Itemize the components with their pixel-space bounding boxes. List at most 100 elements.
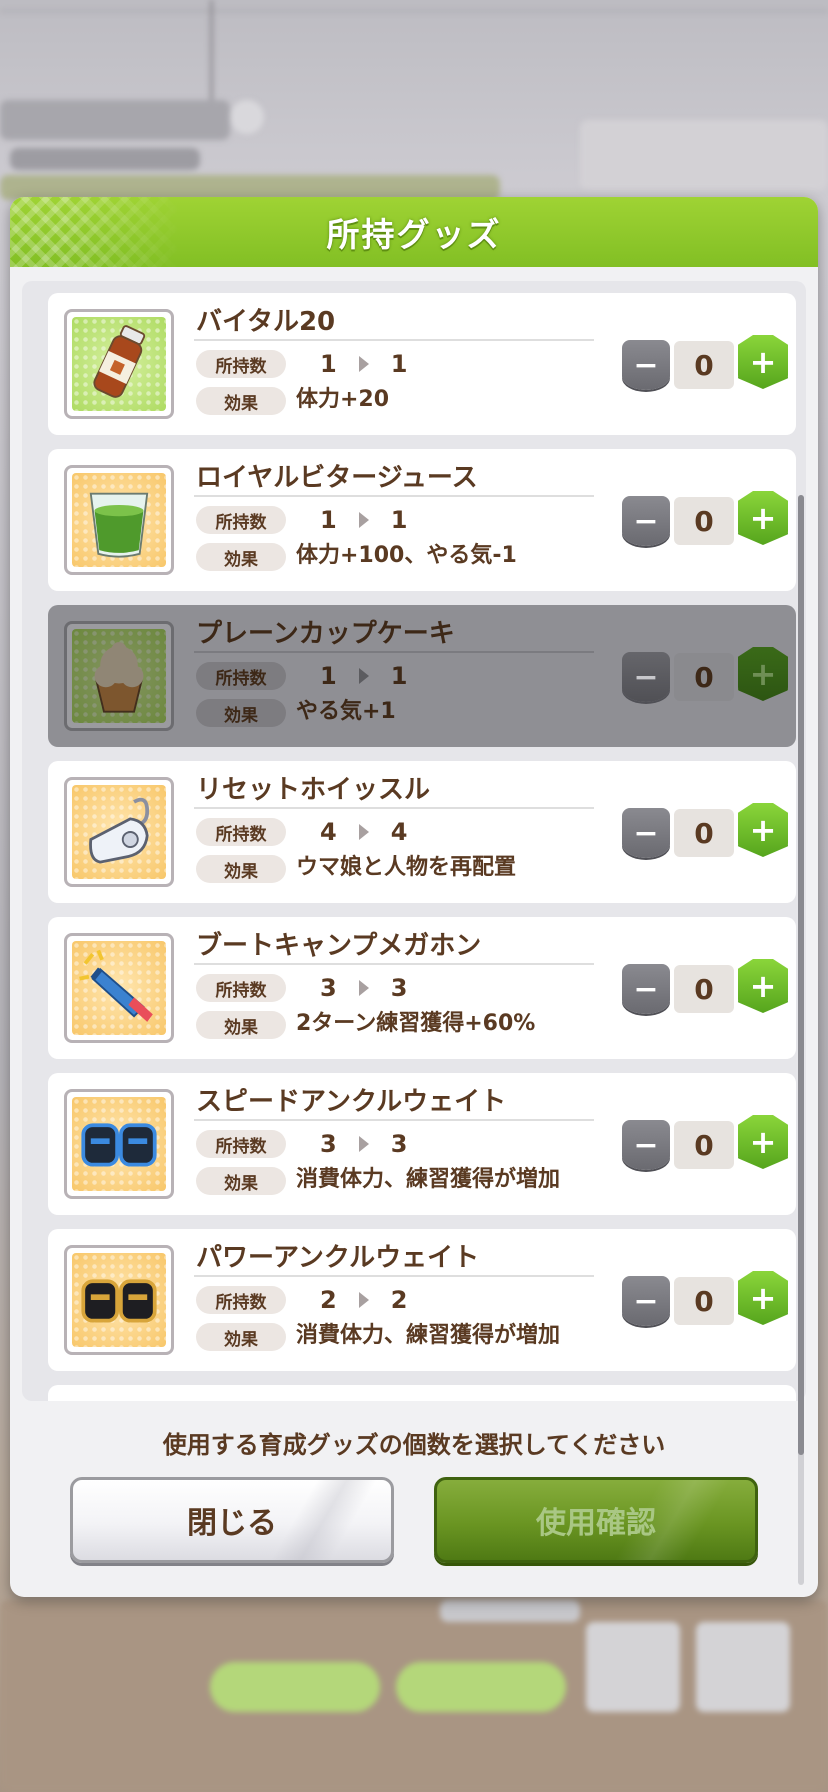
decrease-button[interactable]: − (622, 1276, 670, 1326)
decrease-button[interactable]: − (622, 340, 670, 390)
ankle-weight-blue-icon (72, 1097, 166, 1191)
cupcake-icon (72, 629, 166, 723)
list-item: ブートキャンプメガホン 所持数 3 3 効果 2ターン練習獲得+60% − 0 … (48, 917, 796, 1059)
modal-title: 所持グッズ (326, 215, 502, 254)
owned-label: 所持数 (196, 1286, 286, 1314)
owned-label: 所持数 (196, 350, 286, 378)
arrow-right-icon (358, 512, 369, 528)
whistle-icon (72, 785, 166, 879)
effect-label: 効果 (196, 699, 286, 727)
item-name: ブートキャンプメガホン (196, 931, 482, 961)
decrease-button[interactable]: − (622, 652, 670, 702)
item-name: スピードアンクルウェイト (196, 1087, 507, 1117)
item-icon-frame (64, 1089, 174, 1199)
divider (194, 495, 594, 497)
item-icon-frame (64, 933, 174, 1043)
item-name: パワーアンクルウェイト (196, 1243, 480, 1273)
increase-button[interactable]: + (738, 959, 788, 1013)
item-name: バイタル20 (196, 307, 336, 337)
owned-count: 1 1 (320, 506, 407, 534)
item-name: ロイヤルビタージュース (196, 463, 478, 493)
scrollbar[interactable] (798, 495, 804, 1585)
owned-count: 1 1 (320, 662, 407, 690)
owned-label: 所持数 (196, 506, 286, 534)
owned-label: 所持数 (196, 974, 286, 1002)
effect-text: 2ターン練習獲得+60% (296, 1011, 536, 1036)
owned-before: 1 (320, 350, 337, 378)
scrollbar-thumb[interactable] (798, 495, 804, 1455)
owned-count: 2 2 (320, 1286, 407, 1314)
item-icon-frame (64, 309, 174, 419)
ankle-weight-gold-icon (72, 1253, 166, 1347)
header-pattern (10, 197, 180, 267)
owned-before: 2 (320, 1286, 337, 1314)
owned-after: 1 (390, 662, 408, 690)
effect-label: 効果 (196, 1011, 286, 1039)
effect-label: 効果 (196, 543, 286, 571)
list-item: ロイヤルビタージュース 所持数 1 1 効果 体力+100、やる気-1 − 0 … (48, 449, 796, 591)
list-item: リセットホイッスル 所持数 4 4 効果 ウマ娘と人物を再配置 − 0 + (48, 761, 796, 903)
divider (194, 1275, 594, 1277)
increase-button[interactable]: + (738, 335, 788, 389)
divider (194, 807, 594, 809)
effect-label: 効果 (196, 1167, 286, 1195)
megaphone-icon (72, 941, 166, 1035)
item-icon-frame (64, 1245, 174, 1355)
close-button[interactable]: 閉じる (70, 1477, 394, 1563)
close-button-label: 閉じる (187, 1506, 277, 1541)
list-item (48, 1385, 796, 1401)
owned-count: 3 3 (320, 974, 407, 1002)
item-name: リセットホイッスル (196, 775, 431, 805)
owned-after: 1 (390, 350, 408, 378)
owned-goods-modal: 所持グッズ バイタル20 所持数 1 1 効果 体力+20 − 0 + ロイヤル… (10, 197, 818, 1597)
increase-button[interactable]: + (738, 803, 788, 857)
divider (194, 651, 594, 653)
drink-bottle-icon (72, 317, 166, 411)
item-name: プレーンカップケーキ (196, 619, 455, 649)
owned-count: 4 4 (320, 818, 407, 846)
quantity-display: 0 (674, 965, 734, 1013)
effect-text: やる気+1 (296, 699, 396, 724)
arrow-right-icon (358, 668, 369, 684)
effect-text: 体力+100、やる気-1 (296, 543, 517, 568)
item-list[interactable]: バイタル20 所持数 1 1 効果 体力+20 − 0 + ロイヤルビタージュー… (22, 281, 806, 1401)
decrease-button[interactable]: − (622, 808, 670, 858)
arrow-right-icon (358, 356, 369, 372)
increase-button[interactable]: + (738, 491, 788, 545)
owned-before: 3 (320, 974, 337, 1002)
decrease-button[interactable]: − (622, 964, 670, 1014)
owned-after: 1 (390, 506, 408, 534)
effect-text: 体力+20 (296, 387, 390, 412)
confirm-use-button[interactable]: 使用確認 (434, 1477, 758, 1563)
divider (194, 339, 594, 341)
effect-text: ウマ娘と人物を再配置 (296, 855, 517, 880)
divider (194, 1119, 594, 1121)
owned-label: 所持数 (196, 662, 286, 690)
quantity-display: 0 (674, 497, 734, 545)
divider (194, 963, 594, 965)
item-icon-frame (64, 777, 174, 887)
confirm-use-button-label: 使用確認 (536, 1506, 656, 1541)
increase-button[interactable]: + (738, 647, 788, 701)
owned-after: 2 (390, 1286, 408, 1314)
juice-glass-icon (72, 473, 166, 567)
quantity-display: 0 (674, 1277, 734, 1325)
owned-after: 4 (390, 818, 408, 846)
decrease-button[interactable]: − (622, 496, 670, 546)
list-item: パワーアンクルウェイト 所持数 2 2 効果 消費体力、練習獲得が増加 − 0 … (48, 1229, 796, 1371)
decrease-button[interactable]: − (622, 1120, 670, 1170)
owned-before: 1 (320, 506, 337, 534)
owned-before: 4 (320, 818, 337, 846)
quantity-display: 0 (674, 809, 734, 857)
quantity-display: 0 (674, 1121, 734, 1169)
increase-button[interactable]: + (738, 1115, 788, 1169)
owned-label: 所持数 (196, 818, 286, 846)
list-item: プレーンカップケーキ 所持数 1 1 効果 やる気+1 − 0 + (48, 605, 796, 747)
owned-count: 1 1 (320, 350, 407, 378)
effect-label: 効果 (196, 1323, 286, 1351)
increase-button[interactable]: + (738, 1271, 788, 1325)
list-item: スピードアンクルウェイト 所持数 3 3 効果 消費体力、練習獲得が増加 − 0… (48, 1073, 796, 1215)
instruction-text: 使用する育成グッズの個数を選択してください (162, 1431, 666, 1459)
arrow-right-icon (358, 1136, 369, 1152)
list-item: バイタル20 所持数 1 1 効果 体力+20 − 0 + (48, 293, 796, 435)
